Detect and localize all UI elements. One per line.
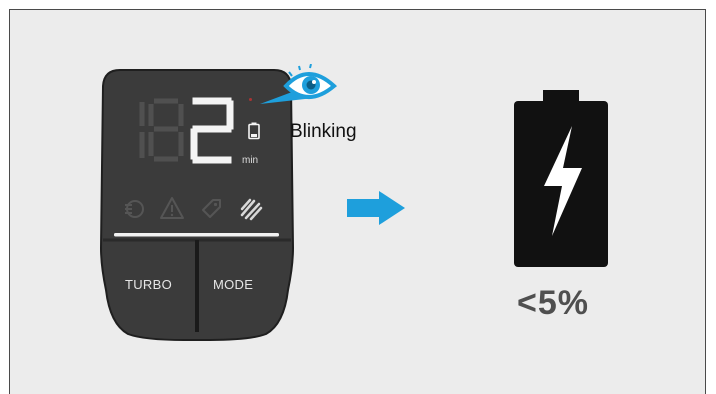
eye-icon (260, 64, 338, 104)
battery-level-text: <5% (517, 284, 589, 322)
unit-label: min (242, 155, 259, 166)
mode-button[interactable]: MODE (198, 242, 290, 334)
battery-icon (514, 90, 608, 267)
blinking-label: Blinking (290, 121, 357, 142)
power-assist-icon (125, 200, 144, 218)
mode-button-label: MODE (213, 277, 254, 292)
turbo-button-label: TURBO (125, 277, 172, 292)
turbo-button[interactable]: TURBO (104, 242, 196, 334)
active-digit-2 (190, 97, 234, 164)
status-dot (249, 98, 252, 101)
battery-charging-mode-icon (240, 198, 263, 221)
arrow-right-icon (347, 191, 405, 225)
tag-icon (202, 199, 221, 218)
warning-icon (160, 197, 184, 219)
display-battery-icon (248, 122, 260, 140)
